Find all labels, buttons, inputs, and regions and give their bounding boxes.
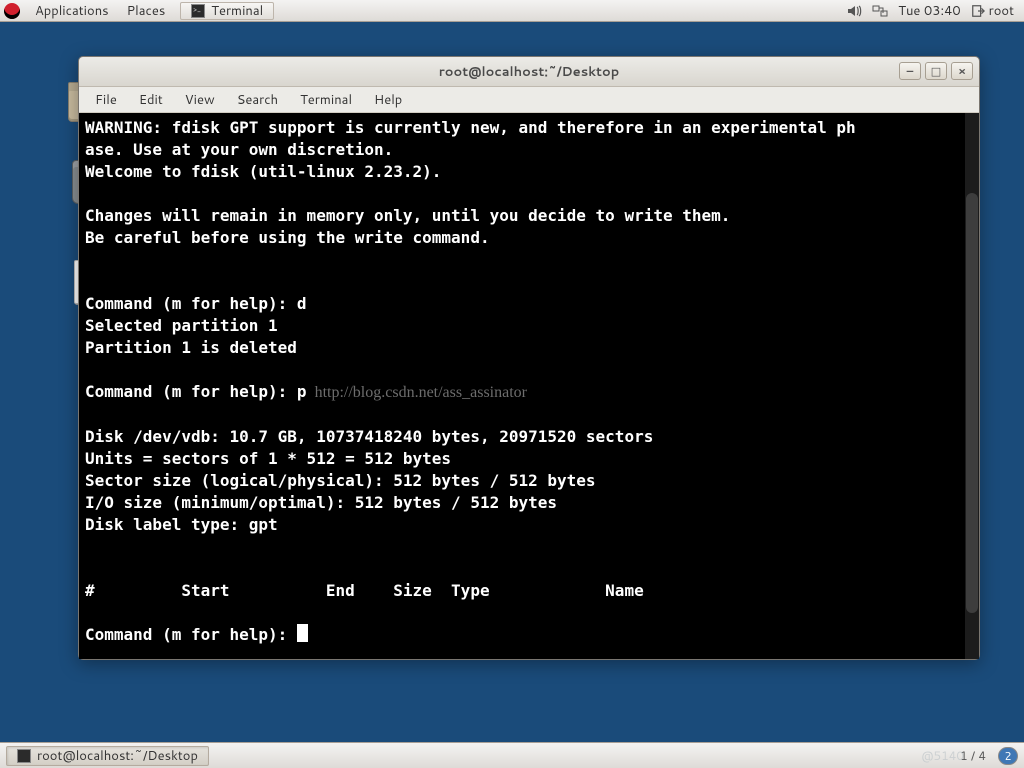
- menu-view[interactable]: View: [175, 88, 225, 112]
- scrollbar-thumb[interactable]: [966, 193, 978, 613]
- terminal-line: Disk label type: gpt: [85, 515, 278, 534]
- terminal-line: ase. Use at your own discretion.: [85, 140, 393, 159]
- terminal-line: Command (m for help): d: [85, 294, 307, 313]
- menu-places[interactable]: Places: [118, 2, 175, 20]
- volume-icon[interactable]: [846, 3, 862, 19]
- terminal-line: Sector size (logical/physical): 512 byte…: [85, 471, 596, 490]
- terminal-body[interactable]: WARNING: fdisk GPT support is currently …: [79, 113, 979, 659]
- terminal-line: Be careful before using the write comman…: [85, 228, 490, 247]
- window-title: root@localhost:~/Desktop: [439, 63, 620, 81]
- user-menu[interactable]: root: [971, 2, 1014, 20]
- menu-search[interactable]: Search: [227, 88, 288, 112]
- menu-edit[interactable]: Edit: [129, 88, 173, 112]
- system-tray: Tue 03:40 root: [846, 2, 1020, 20]
- top-panel: Applications Places Terminal Tue 03:40 r…: [0, 0, 1024, 22]
- clock[interactable]: Tue 03:40: [898, 2, 960, 20]
- terminal-line: Selected partition 1: [85, 316, 278, 335]
- terminal-line: Welcome to fdisk (util-linux 2.23.2).: [85, 162, 441, 181]
- terminal-line: Partition 1 is deleted: [85, 338, 297, 357]
- terminal-line: Units = sectors of 1 * 512 = 512 bytes: [85, 449, 451, 468]
- user-label: root: [989, 2, 1014, 20]
- menu-help[interactable]: Help: [364, 88, 412, 112]
- bottom-panel: root@localhost:~/Desktop @5140 1 / 4 2: [0, 742, 1024, 768]
- terminal-window: root@localhost:~/Desktop – □ × File Edit…: [78, 56, 980, 660]
- titlebar[interactable]: root@localhost:~/Desktop – □ ×: [79, 57, 979, 87]
- terminal-line: WARNING: fdisk GPT support is currently …: [85, 118, 856, 137]
- menu-file[interactable]: File: [85, 88, 127, 112]
- terminal-line: I/O size (minimum/optimal): 512 bytes / …: [85, 493, 557, 512]
- terminal-icon: [191, 4, 205, 18]
- terminal-line: Disk /dev/vdb: 10.7 GB, 10737418240 byte…: [85, 427, 653, 446]
- terminal-icon: [17, 749, 31, 763]
- menu-terminal[interactable]: Terminal: [290, 88, 362, 112]
- terminal-line: Command (m for help): p http://blog.csdn…: [85, 382, 527, 401]
- logout-icon: [971, 4, 985, 18]
- watermark-text: http://blog.csdn.net/ass_assinator: [307, 384, 527, 401]
- taskbar-entry-terminal[interactable]: root@localhost:~/Desktop: [6, 746, 209, 766]
- maximize-button[interactable]: □: [925, 62, 947, 80]
- terminal-line: Changes will remain in memory only, unti…: [85, 206, 730, 225]
- taskbar-entry-label: root@localhost:~/Desktop: [37, 747, 198, 765]
- close-button[interactable]: ×: [951, 62, 973, 80]
- menubar: File Edit View Search Terminal Help: [79, 87, 979, 113]
- terminal-scrollbar[interactable]: [965, 113, 979, 659]
- minimize-button[interactable]: –: [899, 62, 921, 80]
- terminal-prompt: Command (m for help):: [85, 625, 308, 644]
- top-task-terminal[interactable]: Terminal: [180, 2, 274, 20]
- workspace-indicator[interactable]: 2: [998, 747, 1018, 765]
- image-watermark: @5140: [921, 747, 964, 764]
- terminal-line: # Start End Size Type Name: [85, 581, 644, 600]
- cursor: [297, 624, 308, 642]
- distro-icon: [4, 3, 20, 19]
- menu-applications[interactable]: Applications: [26, 2, 118, 20]
- top-task-label: Terminal: [211, 2, 263, 20]
- network-icon[interactable]: [872, 3, 888, 19]
